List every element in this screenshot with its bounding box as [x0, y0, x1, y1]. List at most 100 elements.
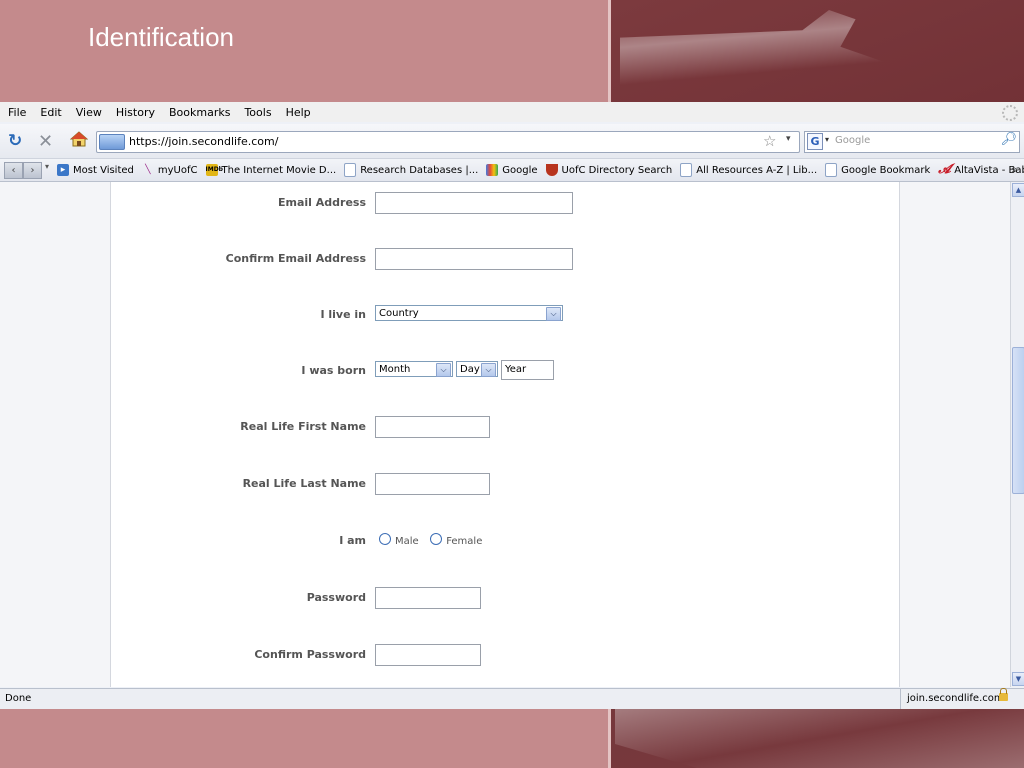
menu-bookmarks[interactable]: Bookmarks	[169, 106, 230, 119]
confirm-password-field[interactable]	[375, 644, 481, 666]
last-name-label: Real Life Last Name	[242, 477, 366, 490]
last-name-field[interactable]	[375, 473, 490, 495]
menu-tools[interactable]: Tools	[244, 106, 271, 119]
bookmark-research-databases[interactable]: Research Databases |...	[344, 163, 478, 177]
search-icon[interactable]: 🔎︎	[1000, 132, 1017, 147]
first-name-row: Real Life First Name	[111, 416, 899, 438]
bookmark-label: The Internet Movie D...	[221, 164, 337, 176]
search-box[interactable]: G ▾ Google 🔎︎	[804, 131, 1020, 153]
gender-row: I am Male Female	[111, 530, 899, 552]
search-engine-dropdown-icon[interactable]: ▾	[825, 135, 829, 144]
site-identity-icon[interactable]	[99, 134, 125, 150]
most-visited-icon: ▸	[57, 164, 70, 176]
bookmark-label: Research Databases |...	[360, 164, 479, 176]
chevron-down-icon[interactable]: ⌵	[546, 307, 561, 321]
vertical-scrollbar[interactable]: ▲ ▼	[1010, 182, 1024, 687]
status-bar: Done join.secondlife.com	[0, 688, 1024, 709]
month-select-value: Month	[379, 364, 411, 375]
bookmark-label: myUofC	[157, 164, 198, 176]
confirm-password-row: Confirm Password	[111, 644, 899, 666]
url-dropdown-icon[interactable]: ▾	[786, 134, 791, 144]
scrollbar-thumb[interactable]	[1012, 347, 1024, 494]
back-icon[interactable]: ‹	[4, 161, 23, 179]
chevron-down-icon[interactable]: ⌵	[436, 363, 451, 377]
status-text: Done	[5, 693, 32, 704]
bookmark-google-bookmark[interactable]: Google Bookmark	[825, 163, 930, 177]
menu-file[interactable]: File	[8, 106, 26, 119]
registration-form: Email Address Confirm Email Address I li…	[110, 182, 900, 687]
confirm-email-field[interactable]	[375, 248, 573, 270]
bookmark-myuofc[interactable]: ╲ myUofC	[142, 164, 198, 176]
menu-history[interactable]: History	[116, 106, 155, 119]
country-select[interactable]: Country ⌵	[375, 305, 563, 321]
gender-label: I am	[339, 534, 366, 547]
home-icon[interactable]	[69, 131, 89, 152]
email-field[interactable]	[375, 192, 573, 214]
female-label: Female	[446, 536, 483, 547]
search-engine-icon[interactable]: G	[807, 133, 823, 150]
gender-options: Male Female	[379, 533, 490, 547]
male-label: Male	[395, 536, 419, 547]
url-bar[interactable]: https://join.secondlife.com/ ☆ ▾	[96, 131, 800, 153]
bookmark-uofc-directory[interactable]: UofC Directory Search	[545, 164, 673, 176]
imdb-icon: IMDb	[205, 164, 223, 176]
lock-icon[interactable]	[999, 688, 1008, 701]
menu-help[interactable]: Help	[286, 106, 311, 119]
country-label: I live in	[320, 308, 366, 321]
country-select-value: Country	[379, 308, 419, 319]
history-dropdown-icon[interactable]: ▾	[45, 162, 49, 179]
bookmark-label: UofC Directory Search	[561, 164, 673, 176]
born-label: I was born	[301, 364, 366, 377]
year-field[interactable]: Year	[501, 360, 554, 380]
page-icon	[344, 163, 357, 177]
stop-icon[interactable]: ✕	[38, 131, 53, 152]
confirm-email-row: Confirm Email Address	[111, 248, 899, 270]
bookmark-label: Google Bookmark	[841, 164, 931, 176]
bookmark-label: Most Visited	[73, 164, 134, 176]
bookmark-label: All Resources A-Z | Lib...	[696, 164, 818, 176]
scroll-down-icon[interactable]: ▼	[1012, 672, 1024, 686]
navigation-toolbar: ↻ ✕ https://join.secondlife.com/ ☆ ▾ G ▾…	[0, 124, 1024, 159]
day-select[interactable]: Day ⌵	[456, 361, 498, 377]
altavista-icon: 𝓐	[938, 162, 951, 177]
forward-icon[interactable]: ›	[23, 161, 42, 179]
month-select[interactable]: Month ⌵	[375, 361, 453, 377]
search-input[interactable]: Google	[835, 135, 870, 146]
password-label: Password	[306, 591, 366, 604]
reload-icon[interactable]: ↻	[8, 131, 22, 151]
feather-icon: ╲	[145, 165, 151, 175]
more-bookmarks-icon[interactable]: »	[1011, 163, 1018, 176]
scroll-up-icon[interactable]: ▲	[1012, 183, 1024, 197]
status-host: join.secondlife.com	[900, 688, 1024, 709]
female-radio[interactable]	[430, 533, 443, 545]
menu-bar: File Edit View History Bookmarks Tools H…	[0, 102, 1024, 122]
confirm-password-label: Confirm Password	[254, 648, 366, 661]
confirm-email-label: Confirm Email Address	[225, 252, 366, 265]
page-icon	[680, 163, 693, 177]
bookmark-star-icon[interactable]: ☆	[763, 132, 776, 150]
bookmarks-toolbar: ‹ › ▾ ▸ Most Visited ╲ myUofC IMDb The I…	[0, 159, 1024, 182]
birth-row: I was born Month ⌵ Day ⌵ Year	[111, 360, 899, 382]
menu-edit[interactable]: Edit	[40, 106, 61, 119]
email-row: Email Address	[111, 192, 899, 214]
url-text[interactable]: https://join.secondlife.com/	[129, 135, 278, 148]
country-row: I live in Country ⌵	[111, 304, 899, 326]
browser-window: File Edit View History Bookmarks Tools H…	[0, 102, 1024, 709]
wine-glass-graphic-bottom	[615, 708, 1024, 768]
email-label: Email Address	[277, 196, 366, 209]
bookmark-google[interactable]: Google	[486, 164, 538, 176]
slide-title: Identification	[88, 22, 234, 52]
bookmark-all-resources[interactable]: All Resources A-Z | Lib...	[680, 163, 817, 177]
password-row: Password	[111, 587, 899, 609]
chevron-down-icon[interactable]: ⌵	[481, 363, 496, 377]
male-radio[interactable]	[379, 533, 391, 545]
throbber-icon	[1002, 105, 1018, 121]
bookmark-most-visited[interactable]: ▸ Most Visited	[57, 164, 134, 176]
page-icon	[825, 163, 838, 177]
last-name-row: Real Life Last Name	[111, 473, 899, 495]
bookmark-imdb[interactable]: IMDb The Internet Movie D...	[205, 164, 337, 176]
day-select-value: Day	[460, 364, 480, 375]
first-name-field[interactable]	[375, 416, 490, 438]
menu-view[interactable]: View	[76, 106, 102, 119]
password-field[interactable]	[375, 587, 481, 609]
